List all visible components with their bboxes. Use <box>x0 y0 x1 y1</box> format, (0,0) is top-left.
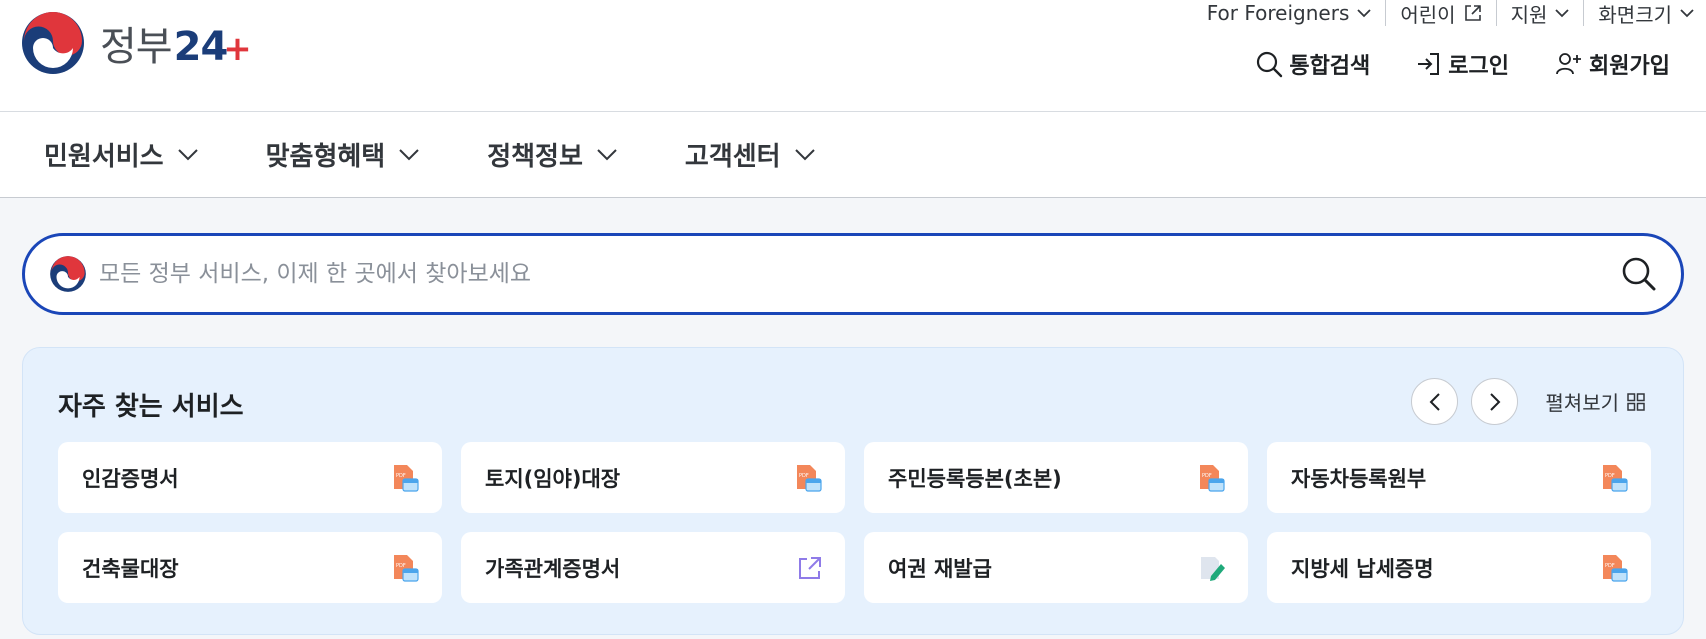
frequent-services-title: 자주 찾는 서비스 <box>58 392 244 422</box>
nav-label: 민원서비스 <box>44 142 164 172</box>
user-plus-icon <box>1556 53 1582 75</box>
chevron-down-icon <box>1357 8 1372 17</box>
frequent-services-grid: 인감증명서 PDF 토지(임야)대장 PDF 주민등록등본(초본) PDF 자동… <box>58 442 1651 603</box>
service-card-seal-certificate[interactable]: 인감증명서 PDF <box>58 442 442 513</box>
grid-icon <box>1627 392 1645 411</box>
prev-button[interactable] <box>1411 378 1459 425</box>
login-button[interactable]: 로그인 <box>1416 48 1509 80</box>
service-card-label: 여권 재발급 <box>888 556 992 581</box>
taegeuk-emblem-icon <box>50 256 86 292</box>
integrated-search-label: 통합검색 <box>1289 54 1371 79</box>
service-card-land-register[interactable]: 토지(임야)대장 PDF <box>461 442 845 513</box>
frequent-services-panel: 자주 찾는 서비스 펼쳐보기 인감증명서 PDF 토지(임야)대장 PDF 주민… <box>22 347 1684 635</box>
nav-civil-services[interactable]: 민원서비스 <box>44 136 198 173</box>
next-button[interactable] <box>1471 378 1519 425</box>
account-menu: 통합검색 로그인 회원가입 <box>1255 48 1670 80</box>
nav-custom-benefits[interactable]: 맞춤형혜택 <box>266 136 420 173</box>
search-icon <box>1257 51 1283 78</box>
integrated-search-button[interactable]: 통합검색 <box>1255 48 1370 80</box>
logo-text: 정부 <box>100 24 173 70</box>
pdf-document-icon: PDF <box>1200 464 1225 492</box>
search-icon <box>1622 257 1656 291</box>
expand-view-label: 펼쳐보기 <box>1545 391 1619 415</box>
chevron-down-icon <box>597 148 617 160</box>
pdf-document-icon: PDF <box>394 464 419 492</box>
search-input[interactable] <box>99 254 1681 294</box>
nav-customer-center[interactable]: 고객센터 <box>685 136 815 173</box>
pdf-document-icon: PDF <box>1603 464 1628 492</box>
nav-policy-info[interactable]: 정책정보 <box>487 136 617 173</box>
service-card-label: 지방세 납세증명 <box>1291 556 1434 581</box>
svg-text:PDF: PDF <box>1605 563 1615 569</box>
util-for-foreigners[interactable]: For Foreigners <box>1193 0 1386 26</box>
login-label: 로그인 <box>1448 54 1510 79</box>
nav-label: 정책정보 <box>487 142 583 172</box>
header: 정부 24+ For Foreigners 어린이 지원 화면크기 통합검색 로… <box>0 0 1706 112</box>
chevron-down-icon <box>399 148 419 160</box>
service-card-label: 자동차등록원부 <box>1291 466 1427 491</box>
service-card-label: 건축물대장 <box>82 556 179 581</box>
utility-menu: For Foreigners 어린이 지원 화면크기 <box>1193 0 1706 27</box>
login-icon <box>1418 53 1440 75</box>
service-card-vehicle-registration[interactable]: 자동차등록원부 PDF <box>1267 442 1651 513</box>
chevron-down-icon <box>177 148 198 160</box>
util-support[interactable]: 지원 <box>1495 0 1584 27</box>
svg-text:PDF: PDF <box>1202 473 1212 479</box>
util-label: 지원 <box>1510 2 1548 27</box>
service-card-label: 토지(임야)대장 <box>485 466 621 491</box>
svg-text:PDF: PDF <box>1605 473 1615 479</box>
nav-label: 맞춤형혜택 <box>265 142 386 172</box>
logo-number: 24 <box>173 24 229 70</box>
main-nav: 민원서비스 맞춤형혜택 정책정보 고객센터 <box>0 112 1706 198</box>
svg-text:PDF: PDF <box>396 473 406 479</box>
external-link-icon <box>799 556 821 579</box>
search-submit-button[interactable] <box>1621 256 1657 296</box>
service-card-building-register[interactable]: 건축물대장 PDF <box>58 532 442 603</box>
pdf-document-icon: PDF <box>394 554 419 582</box>
service-card-resident-registration[interactable]: 주민등록등본(초본) PDF <box>864 442 1248 513</box>
expand-view-button[interactable]: 펼쳐보기 <box>1545 387 1645 416</box>
frequent-services-controls: 펼쳐보기 <box>1411 378 1645 425</box>
nav-label: 고객센터 <box>684 142 781 172</box>
taegeuk-emblem-icon <box>22 12 84 74</box>
external-link-icon <box>1464 5 1481 21</box>
chevron-down-icon <box>1555 8 1570 17</box>
edit-document-icon <box>1201 556 1225 581</box>
service-card-family-relations[interactable]: 가족관계증명서 <box>461 532 845 603</box>
svg-text:PDF: PDF <box>799 473 809 479</box>
pdf-document-icon: PDF <box>797 464 822 492</box>
svg-text:PDF: PDF <box>396 563 406 569</box>
util-label: 화면크기 <box>1598 2 1672 27</box>
service-card-label: 인감증명서 <box>82 466 179 491</box>
chevron-down-icon <box>794 148 815 160</box>
gov24-logo[interactable]: 정부 24+ <box>20 10 252 76</box>
service-card-passport-reissue[interactable]: 여권 재발급 <box>864 532 1248 603</box>
logo-plus: + <box>223 29 251 69</box>
chevron-left-icon <box>1429 392 1440 411</box>
pdf-document-icon: PDF <box>1603 554 1628 582</box>
signup-label: 회원가입 <box>1589 54 1670 79</box>
signup-button[interactable]: 회원가입 <box>1555 48 1670 80</box>
service-card-label: 가족관계증명서 <box>485 556 621 581</box>
util-screen-size[interactable]: 화면크기 <box>1583 0 1706 27</box>
main-search-bar <box>22 233 1684 315</box>
util-label: 어린이 <box>1400 2 1456 27</box>
util-kids[interactable]: 어린이 <box>1385 0 1495 27</box>
chevron-right-icon <box>1490 392 1501 411</box>
chevron-down-icon <box>1680 8 1694 17</box>
util-label: For Foreigners <box>1206 1 1350 25</box>
service-card-local-tax[interactable]: 지방세 납세증명 PDF <box>1267 532 1651 603</box>
service-card-label: 주민등록등본(초본) <box>888 466 1062 491</box>
